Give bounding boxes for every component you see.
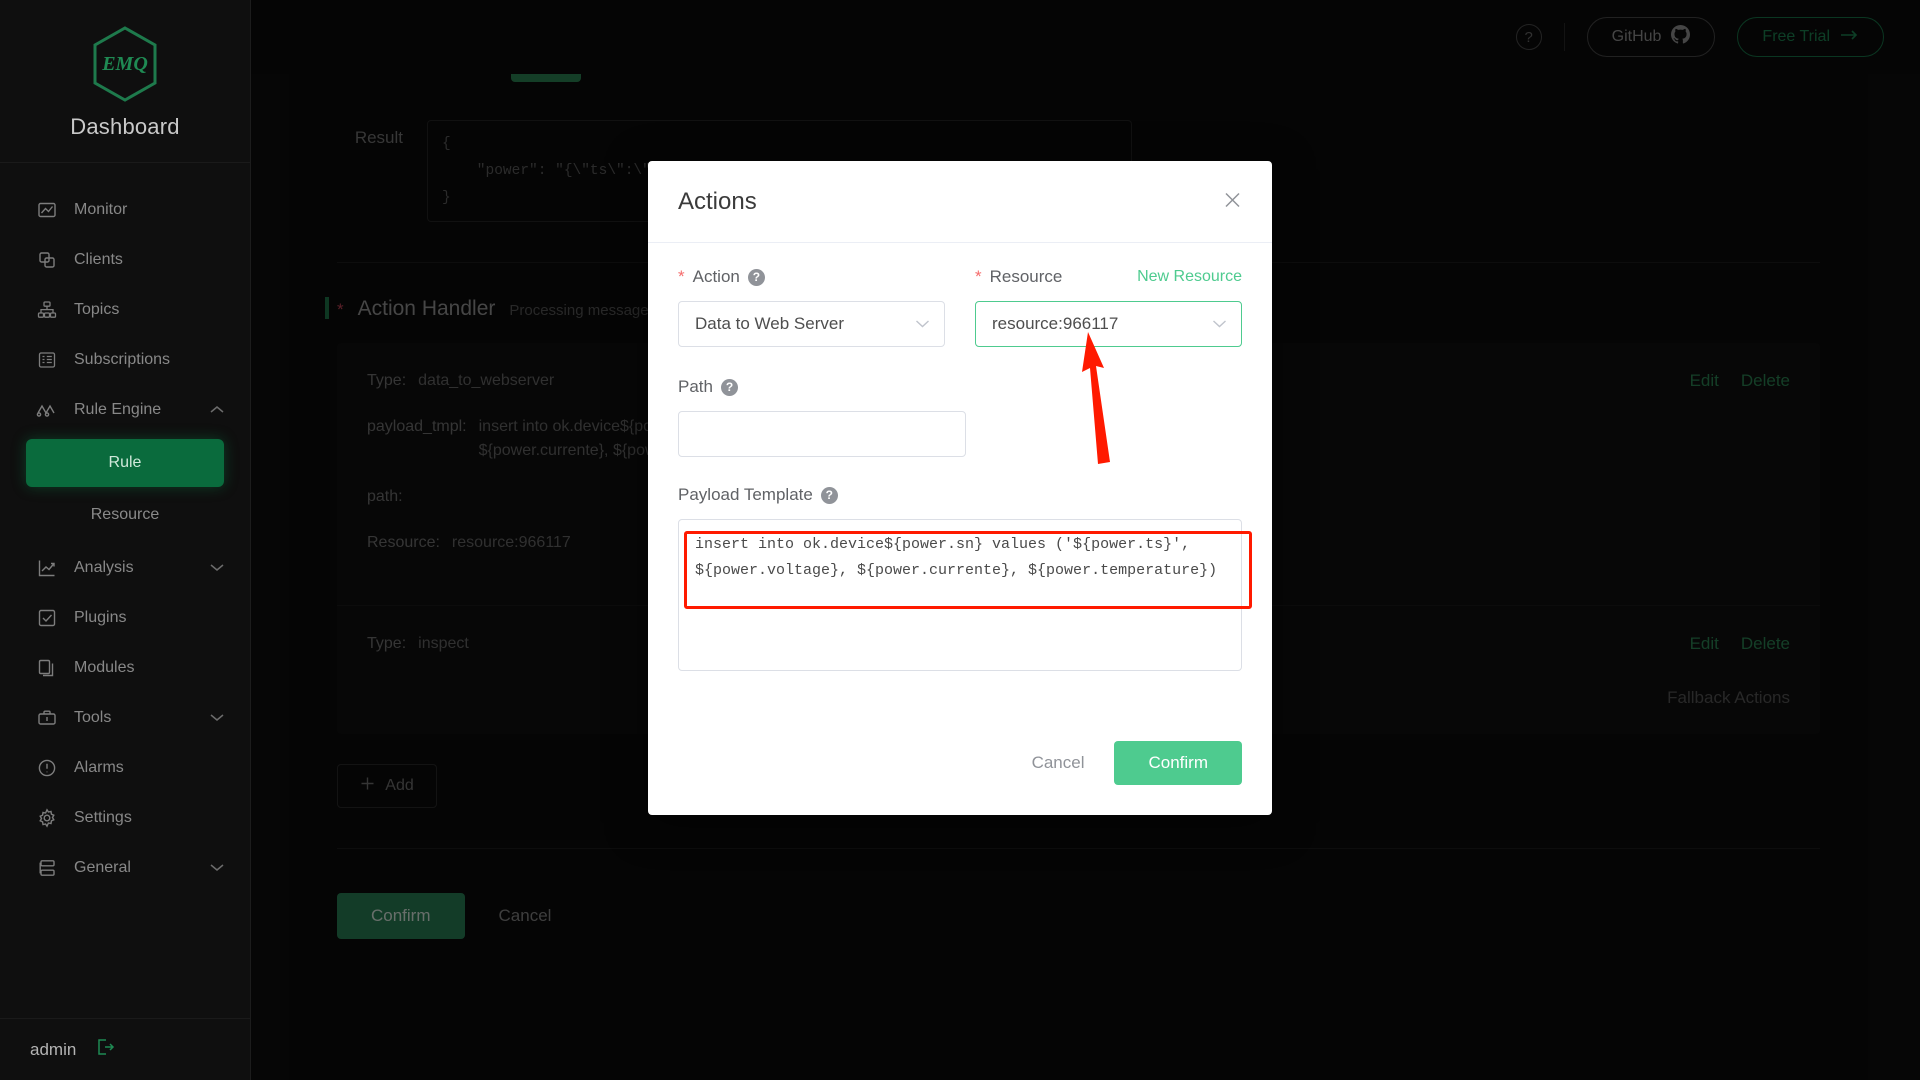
sidebar-item-label: Analysis	[74, 559, 134, 577]
payload-textarea-wrap	[678, 519, 1242, 676]
chevron-down-icon	[915, 314, 930, 334]
sidebar-item-general[interactable]: General	[0, 843, 250, 893]
sidebar-item-label: General	[74, 859, 131, 877]
sidebar-item-analysis[interactable]: Analysis	[0, 543, 250, 593]
required-mark: *	[975, 267, 982, 287]
resource-select-value: resource:966117	[992, 314, 1118, 334]
sidebar-item-alarms[interactable]: Alarms	[0, 743, 250, 793]
subscriptions-icon	[36, 349, 58, 371]
payload-template-label: Payload Template	[678, 485, 813, 505]
clients-icon	[36, 249, 58, 271]
action-select-value: Data to Web Server	[695, 314, 844, 334]
sidebar-item-topics[interactable]: Topics	[0, 285, 250, 335]
sidebar-item-label: Settings	[74, 809, 132, 827]
current-user: admin	[30, 1040, 76, 1060]
path-field-group: Path ?	[678, 375, 966, 457]
action-resource-row: * Action ? Data to Web Server * Reso	[678, 265, 1242, 347]
analysis-icon	[36, 557, 58, 579]
brand: EMQ Dashboard	[0, 0, 250, 163]
question-icon[interactable]: ?	[721, 379, 738, 396]
resource-label: Resource	[990, 267, 1063, 287]
chevron-down-icon	[210, 709, 224, 727]
sidebar-item-plugins[interactable]: Plugins	[0, 593, 250, 643]
sidebar-item-label: Topics	[74, 301, 119, 319]
topics-icon	[36, 299, 58, 321]
close-icon[interactable]	[1223, 190, 1242, 213]
resource-field-group: * Resource New Resource resource:966117	[975, 265, 1242, 347]
settings-icon	[36, 807, 58, 829]
general-icon	[36, 857, 58, 879]
sidebar: EMQ Dashboard Monitor	[0, 0, 251, 1080]
dialog-title: Actions	[678, 188, 757, 216]
chevron-up-icon	[210, 401, 224, 419]
sidebar-item-tools[interactable]: Tools	[0, 693, 250, 743]
modules-icon	[36, 657, 58, 679]
logout-icon[interactable]	[94, 1036, 116, 1063]
sidebar-item-label: Modules	[74, 659, 134, 677]
chevron-down-icon	[1212, 314, 1227, 334]
sidebar-subitem-label: Resource	[91, 506, 159, 524]
emq-logo-icon: EMQ	[89, 24, 161, 104]
dialog-header: Actions	[648, 161, 1272, 243]
dialog-footer: Cancel Confirm	[648, 741, 1272, 815]
sidebar-item-label: Rule Engine	[74, 401, 161, 419]
monitor-icon	[36, 199, 58, 221]
actions-dialog: Actions * Action ? Data to Web Server	[648, 161, 1272, 815]
svg-text:EMQ: EMQ	[101, 53, 148, 75]
path-input[interactable]	[678, 411, 966, 457]
sidebar-nav: Monitor Clients	[0, 163, 250, 1018]
chevron-down-icon	[210, 559, 224, 577]
payload-field-group: Payload Template ?	[678, 483, 1242, 676]
sidebar-item-subscriptions[interactable]: Subscriptions	[0, 335, 250, 385]
payload-label-row: Payload Template ?	[678, 483, 1242, 507]
rule-engine-icon	[36, 399, 58, 421]
sidebar-item-monitor[interactable]: Monitor	[0, 185, 250, 235]
required-mark: *	[678, 267, 685, 287]
sidebar-item-rule-engine[interactable]: Rule Engine	[0, 385, 250, 435]
dialog-body: * Action ? Data to Web Server * Reso	[648, 243, 1272, 741]
sidebar-item-label: Clients	[74, 251, 123, 269]
question-icon[interactable]: ?	[748, 269, 765, 286]
tools-icon	[36, 707, 58, 729]
resource-label-row: * Resource New Resource	[975, 265, 1242, 289]
action-select[interactable]: Data to Web Server	[678, 301, 945, 347]
sidebar-item-label: Plugins	[74, 609, 126, 627]
chevron-down-icon	[210, 859, 224, 877]
sidebar-item-label: Tools	[74, 709, 111, 727]
plugins-icon	[36, 607, 58, 629]
path-label-row: Path ?	[678, 375, 966, 399]
action-field-group: * Action ? Data to Web Server	[678, 265, 945, 347]
app-root: EMQ Dashboard Monitor	[0, 0, 1920, 1080]
sidebar-item-settings[interactable]: Settings	[0, 793, 250, 843]
sidebar-item-rule[interactable]: Rule	[26, 439, 224, 487]
sidebar-item-resource[interactable]: Resource	[26, 491, 224, 539]
path-label: Path	[678, 377, 713, 397]
sidebar-subitem-label: Rule	[109, 454, 142, 472]
resource-select[interactable]: resource:966117	[975, 301, 1242, 347]
brand-title: Dashboard	[70, 114, 179, 140]
action-label-row: * Action ?	[678, 265, 945, 289]
sidebar-item-label: Monitor	[74, 201, 127, 219]
sidebar-item-label: Alarms	[74, 759, 124, 777]
dialog-cancel-button[interactable]: Cancel	[1032, 753, 1085, 773]
sidebar-item-label: Subscriptions	[74, 351, 170, 369]
sidebar-footer: admin	[0, 1018, 250, 1080]
payload-template-textarea[interactable]	[678, 519, 1242, 671]
question-icon[interactable]: ?	[821, 487, 838, 504]
alarms-icon	[36, 757, 58, 779]
sidebar-item-clients[interactable]: Clients	[0, 235, 250, 285]
action-label: Action	[693, 267, 740, 287]
sidebar-item-modules[interactable]: Modules	[0, 643, 250, 693]
new-resource-link[interactable]: New Resource	[1137, 268, 1242, 286]
dialog-confirm-button[interactable]: Confirm	[1114, 741, 1242, 785]
